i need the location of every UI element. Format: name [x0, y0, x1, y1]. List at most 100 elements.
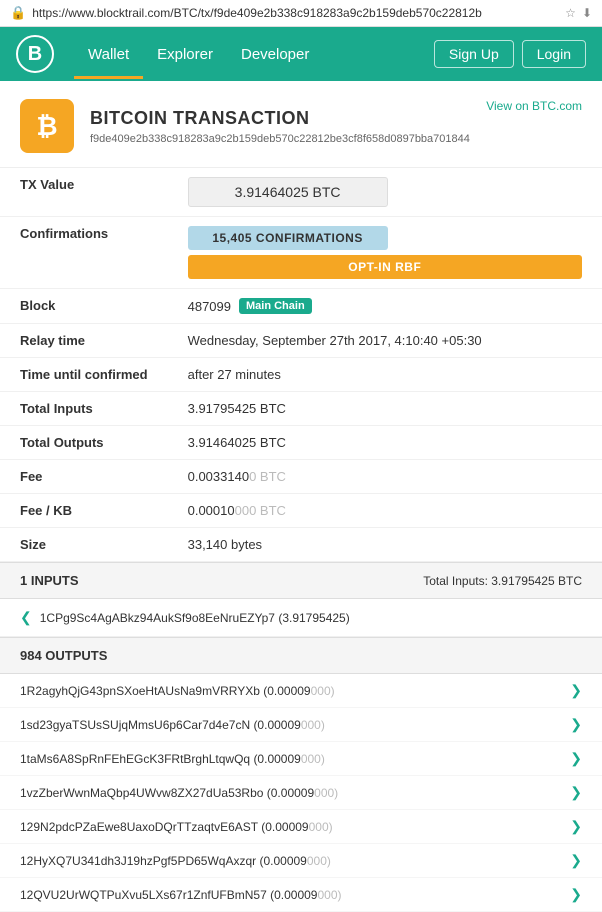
outputs-count-label: 984 OUTPUTS: [20, 648, 107, 663]
confirmations-cell: 15,405 CONFIRMATIONS OPT-IN RBF: [168, 217, 602, 289]
confirmations-label: Confirmations: [0, 217, 168, 289]
total-inputs-label: Total Inputs: [0, 392, 168, 426]
login-button[interactable]: Login: [522, 40, 586, 68]
chevron-left-icon: ❮: [20, 609, 32, 626]
relay-time-label: Relay time: [0, 324, 168, 358]
logo-letter: B: [28, 43, 42, 66]
total-outputs-value: 3.91464025 BTC: [168, 426, 602, 460]
chevron-right-icon: ❯: [570, 886, 582, 903]
output-amount: (0.00009000): [267, 786, 338, 800]
output-amount: (0.00009000): [261, 820, 332, 834]
tx-value-cell: 3.91464025 BTC: [168, 168, 602, 217]
outputs-section-header: 984 OUTPUTS: [0, 637, 602, 674]
output-amount: (0.00009000): [263, 684, 334, 698]
url-bar: 🔒 https://www.blocktrail.com/BTC/tx/f9de…: [0, 0, 602, 27]
output-row[interactable]: 129N2pdcPZaEwe8UaxoDQrTTzaqtvE6AST (0.00…: [0, 810, 602, 844]
relay-time-row: Relay time Wednesday, September 27th 201…: [0, 324, 602, 358]
time-confirmed-value: after 27 minutes: [168, 358, 602, 392]
confirmations-row: Confirmations 15,405 CONFIRMATIONS OPT-I…: [0, 217, 602, 289]
output-address: 129N2pdcPZaEwe8UaxoDQrTTzaqtvE6AST (0.00…: [20, 820, 570, 834]
fee-dim: 0 BTC: [249, 469, 286, 484]
chevron-right-icon: ❯: [570, 682, 582, 699]
input-amount: (3.91795425): [278, 611, 349, 625]
output-address: 1sd23gyaTSUsSUjqMmsU6p6Car7d4e7cN (0.000…: [20, 718, 570, 732]
chevron-right-icon: ❯: [570, 784, 582, 801]
output-row[interactable]: 1vzZberWwnMaQbp4UWvw8ZX27dUa53Rbo (0.000…: [0, 776, 602, 810]
fee-label: Fee: [0, 460, 168, 494]
view-on-btc-link[interactable]: View on BTC.com: [486, 99, 582, 113]
bookmark-icon[interactable]: ☆: [565, 6, 576, 20]
output-amount: (0.00009000): [259, 854, 330, 868]
output-amount: (0.00009000): [270, 888, 341, 902]
total-inputs-row: Total Inputs 3.91795425 BTC: [0, 392, 602, 426]
tx-hash: f9de409e2b338c918283a9c2b159deb570c22812…: [90, 133, 470, 145]
btc-icon: ₿: [20, 99, 74, 153]
input-row[interactable]: ❮ 1CPg9Sc4AgABkz94AukSf9o8EeNruEZYp7 (3.…: [0, 599, 602, 637]
output-amount: (0.00009000): [253, 718, 324, 732]
tx-fields-table: TX Value 3.91464025 BTC Confirmations 15…: [0, 168, 602, 562]
block-label: Block: [0, 289, 168, 324]
output-address: 12QVU2UrWQTPuXvu5LXs67r1ZnfUFBmN57 (0.00…: [20, 888, 570, 902]
download-icon[interactable]: ⬇: [582, 6, 592, 20]
main-content: ₿ BITCOIN TRANSACTION f9de409e2b338c9182…: [0, 81, 602, 912]
output-address: 12HyXQ7U341dh3J19hzPgf5PD65WqAxzqr (0.00…: [20, 854, 570, 868]
url-text: https://www.blocktrail.com/BTC/tx/f9de40…: [32, 6, 559, 20]
time-confirmed-label: Time until confirmed: [0, 358, 168, 392]
size-value: 33,140 bytes: [168, 528, 602, 562]
output-row[interactable]: 12HyXQ7U341dh3J19hzPgf5PD65WqAxzqr (0.00…: [0, 844, 602, 878]
block-number: 487099: [188, 299, 231, 314]
fee-kb-label: Fee / KB: [0, 494, 168, 528]
inputs-count-label: 1 INPUTS: [20, 573, 79, 588]
chevron-right-icon: ❯: [570, 852, 582, 869]
input-addr-text: 1CPg9Sc4AgABkz94AukSf9o8EeNruEZYp7: [40, 611, 275, 625]
output-row[interactable]: 12QVU2UrWQTPuXvu5LXs67r1ZnfUFBmN57 (0.00…: [0, 878, 602, 912]
inputs-section-header: 1 INPUTS Total Inputs: 3.91795425 BTC: [0, 562, 602, 599]
navbar: B Wallet Explorer Developer Sign Up Logi…: [0, 27, 602, 81]
tx-header: ₿ BITCOIN TRANSACTION f9de409e2b338c9182…: [0, 81, 602, 168]
fee-kb-main: 0.00010: [188, 503, 235, 518]
size-label: Size: [0, 528, 168, 562]
fee-cell: 0.00331400 BTC: [168, 460, 602, 494]
tx-info: BITCOIN TRANSACTION f9de409e2b338c918283…: [90, 108, 470, 145]
chevron-right-icon: ❯: [570, 750, 582, 767]
chevron-right-icon: ❯: [570, 818, 582, 835]
tx-value-row: TX Value 3.91464025 BTC: [0, 168, 602, 217]
output-address: 1vzZberWwnMaQbp4UWvw8ZX27dUa53Rbo (0.000…: [20, 786, 570, 800]
chevron-right-icon: ❯: [570, 716, 582, 733]
main-chain-badge: Main Chain: [239, 298, 312, 314]
block-cell: 487099 Main Chain: [168, 289, 602, 324]
output-address: 1R2agyhQjG43pnSXoeHtAUsNa9mVRRYXb (0.000…: [20, 684, 570, 698]
total-outputs-row: Total Outputs 3.91464025 BTC: [0, 426, 602, 460]
confirmations-box: 15,405 CONFIRMATIONS: [188, 226, 388, 250]
nav-developer[interactable]: Developer: [227, 30, 323, 79]
nav-explorer[interactable]: Explorer: [143, 30, 227, 79]
time-confirmed-row: Time until confirmed after 27 minutes: [0, 358, 602, 392]
tx-value-label: TX Value: [0, 168, 168, 217]
inputs-total-text: Total Inputs: 3.91795425 BTC: [423, 574, 582, 588]
output-address: 1taMs6A8SpRnFEhEGcK3FRtBrghLtqwQq (0.000…: [20, 752, 570, 766]
relay-time-value: Wednesday, September 27th 2017, 4:10:40 …: [168, 324, 602, 358]
output-row[interactable]: 1R2agyhQjG43pnSXoeHtAUsNa9mVRRYXb (0.000…: [0, 674, 602, 708]
tx-title: BITCOIN TRANSACTION: [90, 108, 470, 129]
signup-button[interactable]: Sign Up: [434, 40, 514, 68]
block-row: Block 487099 Main Chain: [0, 289, 602, 324]
nav-right: Sign Up Login: [434, 40, 586, 68]
nav-wallet[interactable]: Wallet: [74, 30, 143, 79]
btc-symbol: ₿: [36, 111, 57, 142]
logo[interactable]: B: [16, 35, 54, 73]
outputs-list: 1R2agyhQjG43pnSXoeHtAUsNa9mVRRYXb (0.000…: [0, 674, 602, 912]
fee-kb-cell: 0.00010000 BTC: [168, 494, 602, 528]
fee-kb-row: Fee / KB 0.00010000 BTC: [0, 494, 602, 528]
block-value: 487099 Main Chain: [188, 298, 582, 314]
total-outputs-label: Total Outputs: [0, 426, 168, 460]
size-row: Size 33,140 bytes: [0, 528, 602, 562]
output-row[interactable]: 1taMs6A8SpRnFEhEGcK3FRtBrghLtqwQq (0.000…: [0, 742, 602, 776]
input-address: 1CPg9Sc4AgABkz94AukSf9o8EeNruEZYp7 (3.91…: [40, 611, 350, 625]
fee-row: Fee 0.00331400 BTC: [0, 460, 602, 494]
fee-kb-dim: 000 BTC: [235, 503, 286, 518]
output-amount: (0.00009000): [253, 752, 324, 766]
lock-icon: 🔒: [10, 5, 26, 21]
nav-links: Wallet Explorer Developer: [74, 30, 323, 79]
output-row[interactable]: 1sd23gyaTSUsSUjqMmsU6p6Car7d4e7cN (0.000…: [0, 708, 602, 742]
tx-value-box: 3.91464025 BTC: [188, 177, 388, 207]
